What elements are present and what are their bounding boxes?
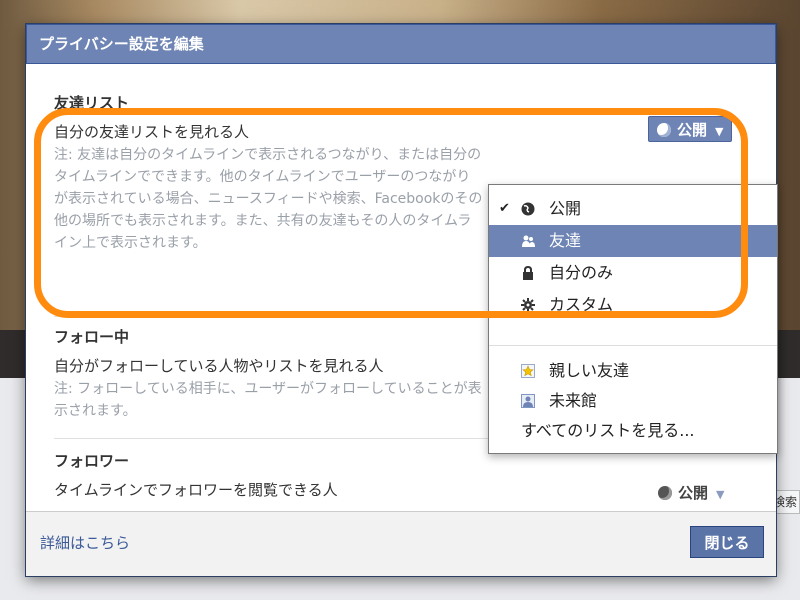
chevron-down-icon: ▼ xyxy=(716,488,725,501)
globe-icon xyxy=(657,123,671,137)
see-all-lists-link[interactable]: すべてのリストを見る... xyxy=(521,417,695,441)
globe-icon xyxy=(658,486,672,500)
close-button[interactable]: 閉じる xyxy=(690,526,764,558)
menu-item-friends[interactable]: 友達 xyxy=(489,225,777,257)
privacy-label: 公開 xyxy=(677,121,708,139)
menu-item-label: カスタム xyxy=(549,295,614,314)
chevron-down-icon: ▼ xyxy=(715,125,724,138)
section-note: 注: 友達は自分のタイムラインで表示されるつながり、または自分のタイムラインでで… xyxy=(54,147,483,251)
person-list-icon xyxy=(521,394,535,408)
privacy-dropdown-menu: ✔ 公開 友達 自分のみ カスタム 親しい友達 未来館 すべてのリストを見る..… xyxy=(488,184,778,454)
menu-item-label: 自分のみ xyxy=(549,263,614,282)
dialog-title: プライバシー設定を編集 xyxy=(26,24,776,64)
menu-item-custom[interactable]: カスタム xyxy=(489,289,777,321)
menu-item-label: 友達 xyxy=(549,231,582,250)
menu-item-public[interactable]: ✔ 公開 xyxy=(489,193,777,225)
followers-privacy-button[interactable]: 公開 ▼ xyxy=(650,480,732,506)
dialog-footer: 詳細はこちら 閉じる xyxy=(26,511,776,576)
check-icon: ✔ xyxy=(499,201,510,216)
section-followers: フォロワー タイムラインでフォロワーを閲覧できる人 xyxy=(54,450,746,500)
gear-icon xyxy=(521,298,535,312)
menu-item-label: 未来館 xyxy=(549,391,598,410)
menu-item-close-friends[interactable]: 親しい友達 xyxy=(489,355,777,387)
menu-item-miraikan[interactable]: 未来館 xyxy=(489,385,777,417)
dialog-body: 友達リスト 自分の友達リストを見れる人 注: 友達は自分のタイムラインで表示され… xyxy=(26,64,778,512)
menu-item-label: 親しい友達 xyxy=(549,361,630,380)
section-title: 友達リスト xyxy=(54,94,130,112)
section-note: 注: フォローしている相手に、ユーザーがフォローしていることが表示されます。 xyxy=(54,381,482,419)
star-list-icon xyxy=(521,364,535,378)
learn-more-link[interactable]: 詳細はこちら xyxy=(40,532,130,553)
friends-icon xyxy=(522,235,535,247)
section-subtitle: 自分の友達リストを見れる人 xyxy=(54,123,250,141)
privacy-dialog: プライバシー設定を編集 友達リスト 自分の友達リストを見れる人 注: 友達は自分… xyxy=(26,24,778,576)
lock-icon xyxy=(523,266,533,280)
privacy-label: 公開 xyxy=(678,484,709,502)
menu-item-only-me[interactable]: 自分のみ xyxy=(489,257,777,289)
background-search-button: 検索 xyxy=(772,490,800,514)
friends-list-privacy-button[interactable]: 公開 ▼ xyxy=(648,116,733,142)
section-subtitle: タイムラインでフォロワーを閲覧できる人 xyxy=(54,481,338,499)
globe-icon xyxy=(521,202,535,216)
menu-item-label: 公開 xyxy=(549,199,582,218)
menu-separator xyxy=(489,345,777,346)
